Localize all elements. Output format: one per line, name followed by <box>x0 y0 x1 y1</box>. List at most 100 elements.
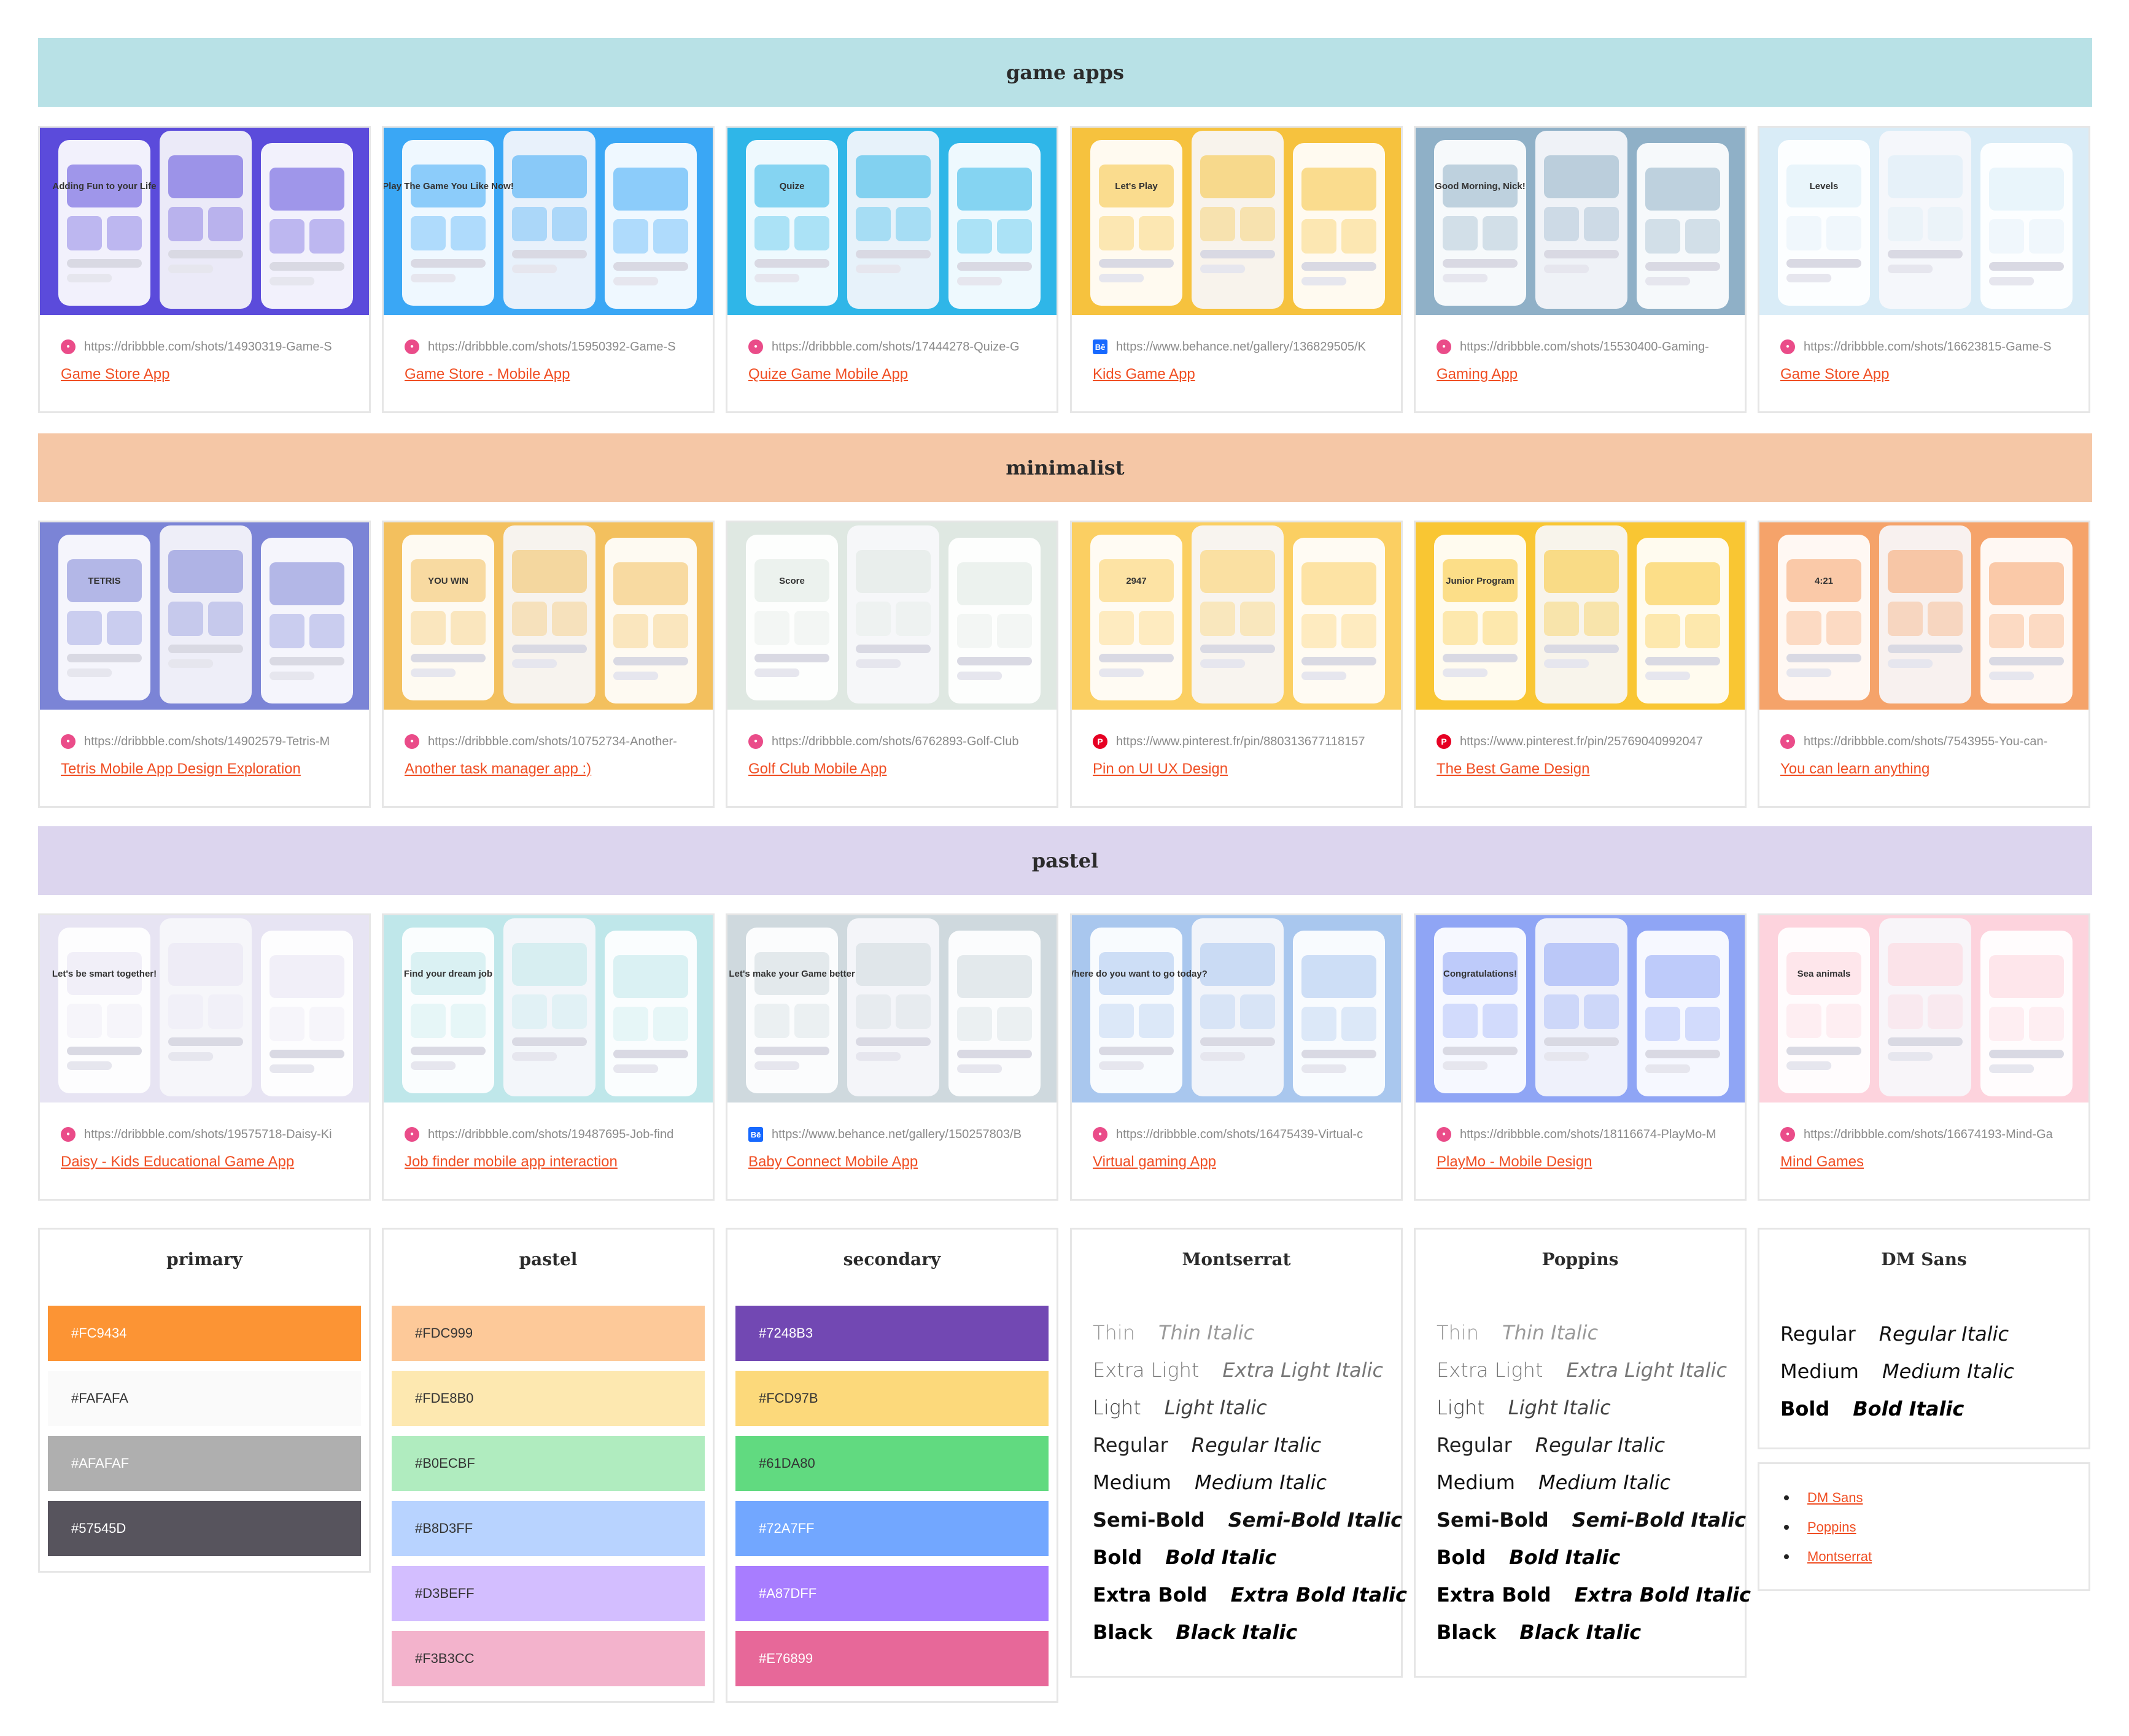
card-title-link[interactable]: You can learn anything <box>1780 761 2081 778</box>
card-title-link[interactable]: Game Store App <box>1780 366 2081 383</box>
card-url: https://dribbble.com/shots/7543955-You-c… <box>1804 734 2048 748</box>
font-title: Poppins <box>1541 1249 1619 1269</box>
card-source: ● https://dribbble.com/shots/15950392-Gam… <box>405 338 699 356</box>
card-thumbnail[interactable]: Good Morning, Nick! <box>1416 128 1745 315</box>
inspiration-card[interactable]: TETRIS ● https://dribbble.com/shots/149025… <box>38 521 371 808</box>
inspiration-card[interactable]: YOU WIN ● https://dribbble.com/shots/10752… <box>382 521 715 808</box>
card-thumbnail[interactable]: Let's be smart together! <box>40 915 369 1102</box>
card-title-link[interactable]: Baby Connect Mobile App <box>748 1153 1049 1171</box>
card-thumbnail[interactable]: Adding Fun to your Life <box>40 128 369 315</box>
weight-sample: Semi-Bold <box>1437 1508 1549 1532</box>
font-specimen-poppins: Poppins Thin Thin Italic Extra Light Extra L… <box>1414 1228 1751 1678</box>
thumbnail-image[interactable]: Where do you want to go today? <box>1072 915 1401 1102</box>
font-weight-row: Regular Regular Italic <box>1093 1433 1321 1457</box>
card-title-link[interactable]: Pin on UI UX Design <box>1093 761 1394 778</box>
thumbnail-image[interactable]: Quize <box>727 128 1057 315</box>
card-title-link[interactable]: PlayMo - Mobile Design <box>1437 1153 1737 1171</box>
card-source: ● https://dribbble.com/shots/14930319-Gam… <box>61 338 355 356</box>
thumbnail-image[interactable]: YOU WIN <box>384 522 713 710</box>
card-thumbnail[interactable]: YOU WIN <box>384 522 713 710</box>
thumbnail-image[interactable]: Levels <box>1759 128 2088 315</box>
card-title-link[interactable]: Tetris Mobile App Design Exploration <box>61 761 362 778</box>
thumbnail-image[interactable]: Let's be smart together! <box>40 915 369 1102</box>
thumbnail-image[interactable]: Adding Fun to your Life <box>40 128 369 315</box>
card-title-link[interactable]: Gaming App <box>1437 366 1737 383</box>
inspiration-card[interactable]: Quize ● https://dribbble.com/shots/1744427… <box>726 126 1058 413</box>
font-weight-row: Bold Bold Italic <box>1437 1545 1620 1570</box>
thumbnail-image[interactable]: Good Morning, Nick! <box>1416 128 1745 315</box>
card-thumbnail[interactable]: Find your dream job <box>384 915 713 1102</box>
font-link-montserrat[interactable]: Montserrat <box>1784 1549 1872 1565</box>
card-thumbnail[interactable]: Let's make your Game better <box>727 915 1057 1102</box>
thumbnail-image[interactable]: Let's make your Game better <box>727 915 1057 1102</box>
inspiration-card[interactable]: Sea animals ● https://dribbble.com/shots/1… <box>1758 913 2090 1201</box>
card-title-link[interactable]: Game Store - Mobile App <box>405 366 705 383</box>
color-swatch: #FC9434 <box>48 1306 361 1361</box>
thumbnail-image[interactable]: Score <box>727 522 1057 710</box>
card-title-link[interactable]: Game Store App <box>61 366 362 383</box>
dribbble-icon: ● <box>1437 339 1451 354</box>
italic-weight-sample: Extra Light Italic <box>1566 1358 1728 1382</box>
card-thumbnail[interactable]: Junior Program <box>1416 522 1745 710</box>
card-thumbnail[interactable]: Sea animals <box>1759 915 2088 1102</box>
font-link-poppins[interactable]: Poppins <box>1784 1519 1856 1535</box>
inspiration-card[interactable]: Good Morning, Nick! ● https://dribbble.com… <box>1414 126 1747 413</box>
card-thumbnail[interactable]: Levels <box>1759 128 2088 315</box>
weight-sample: Regular <box>1093 1433 1168 1457</box>
card-thumbnail[interactable]: Play The Game You Like Now! <box>384 128 713 315</box>
card-thumbnail[interactable]: 4:21 <box>1759 522 2088 710</box>
card-thumbnail[interactable]: 2947 <box>1072 522 1401 710</box>
inspiration-card[interactable]: Play The Game You Like Now! ● https://drib… <box>382 126 715 413</box>
thumbnail-image[interactable]: Junior Program <box>1416 522 1745 710</box>
card-title-link[interactable]: Virtual gaming App <box>1093 1153 1394 1171</box>
card-thumbnail[interactable]: Score <box>727 522 1057 710</box>
italic-weight-sample: Regular Italic <box>1535 1433 1666 1457</box>
inspiration-card[interactable]: Levels ● https://dribbble.com/shots/166238… <box>1758 126 2090 413</box>
thumbnail-image[interactable]: 4:21 <box>1759 522 2088 710</box>
inspiration-card[interactable]: Junior Program Phttps://www.pinterest.fr/… <box>1414 521 1747 808</box>
card-thumbnail[interactable]: TETRIS <box>40 522 369 710</box>
thumbnail-image[interactable]: Let's Play <box>1072 128 1401 315</box>
inspiration-card[interactable]: Congratulations! ● https://dribbble.com/sh… <box>1414 913 1747 1201</box>
inspiration-card[interactable]: Let's Play Bē https://www.behance.net/gall… <box>1070 126 1403 413</box>
thumbnail-image[interactable]: Play The Game You Like Now! <box>384 128 713 315</box>
italic-weight-sample: Black Italic <box>1176 1621 1298 1644</box>
card-title-link[interactable]: Daisy - Kids Educational Game App <box>61 1153 362 1171</box>
weight-sample: Light <box>1093 1396 1141 1419</box>
card-title-link[interactable]: Kids Game App <box>1093 366 1394 383</box>
inspiration-card[interactable]: 2947 Phttps://www.pinterest.fr/pin/880313… <box>1070 521 1403 808</box>
card-title-link[interactable]: Quize Game Mobile App <box>748 366 1049 383</box>
card-title-link[interactable]: The Best Game Design <box>1437 761 1737 778</box>
card-thumbnail[interactable]: Quize <box>727 128 1057 315</box>
card-thumbnail[interactable]: Congratulations! <box>1416 915 1745 1102</box>
inspiration-card[interactable]: Score ● https://dribbble.com/shots/6762893… <box>726 521 1058 808</box>
italic-weight-sample: Extra Light Italic <box>1222 1358 1384 1382</box>
inspiration-card[interactable]: Where do you want to go today? ● https://d… <box>1070 913 1403 1201</box>
thumbnail-image[interactable]: Congratulations! <box>1416 915 1745 1102</box>
thumbnail-image[interactable]: 2947 <box>1072 522 1401 710</box>
card-title-link[interactable]: Another task manager app :) <box>405 761 705 778</box>
inspiration-card[interactable]: Find your dream job ● https://dribbble.com… <box>382 913 715 1201</box>
card-title-link[interactable]: Mind Games <box>1780 1153 2081 1171</box>
card-thumbnail[interactable]: Let's Play <box>1072 128 1401 315</box>
palette-secondary: secondary #7248B3 #FCD97B #61DA80 #72A7FF #A8… <box>726 1228 1058 1703</box>
inspiration-card[interactable]: Let's make your Game better Bē https://www… <box>726 913 1058 1201</box>
thumbnail-image[interactable]: Find your dream job <box>384 915 713 1102</box>
thumbnail-image[interactable]: Sea animals <box>1759 915 2088 1102</box>
weight-sample: Extra Bold <box>1437 1583 1551 1606</box>
dribbble-icon: ● <box>61 339 76 354</box>
color-swatch: #E76899 <box>735 1631 1049 1686</box>
inspiration-card[interactable]: Let's be smart together! ● https://dribbbl… <box>38 913 371 1201</box>
card-title-link[interactable]: Golf Club Mobile App <box>748 761 1049 778</box>
inspiration-card[interactable]: Adding Fun to your Life ● https://dribbble… <box>38 126 371 413</box>
card-title-link[interactable]: Job finder mobile app interaction <box>405 1153 705 1171</box>
thumbnail-image[interactable]: TETRIS <box>40 522 369 710</box>
card-thumbnail[interactable]: Where do you want to go today? <box>1072 915 1401 1102</box>
italic-weight-sample: Light Italic <box>1164 1396 1267 1419</box>
inspiration-card[interactable]: 4:21 ● https://dribbble.com/shots/7543955-… <box>1758 521 2090 808</box>
thumbnail-caption: Sea animals <box>1797 969 1851 979</box>
font-weight-row: Bold Bold Italic <box>1093 1545 1276 1570</box>
card-url: https://dribbble.com/shots/15950392-Game… <box>428 339 676 354</box>
font-link-dm-sans[interactable]: DM Sans <box>1784 1490 1863 1506</box>
font-weight-row: Medium Medium Italic <box>1437 1470 1670 1495</box>
